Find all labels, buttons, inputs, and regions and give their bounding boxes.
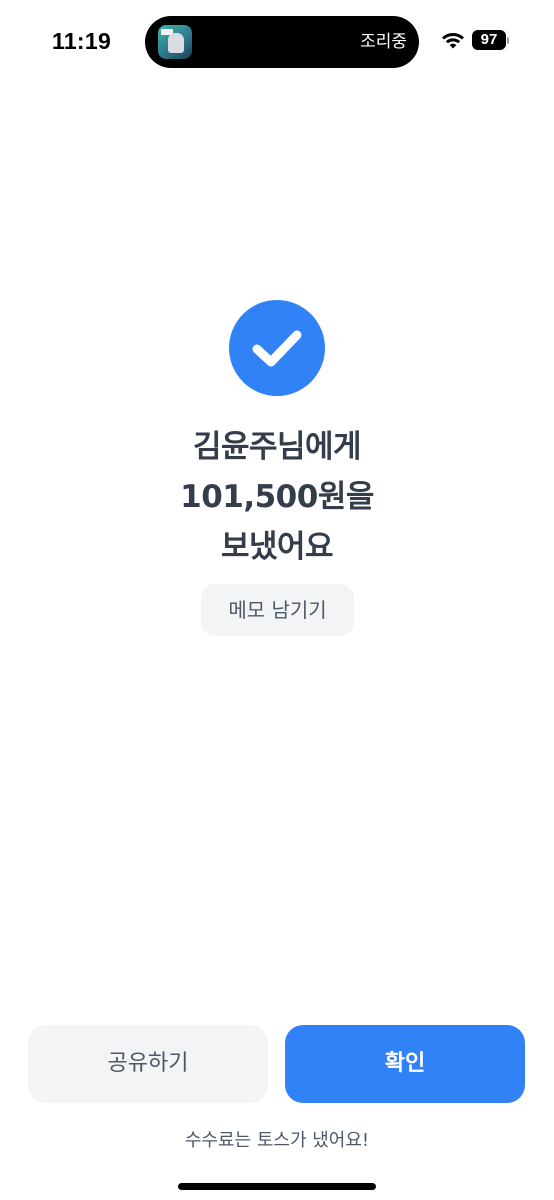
status-time: 11:19 (52, 28, 112, 54)
success-check-icon (229, 300, 325, 396)
battery-tip (507, 37, 509, 44)
transfer-complete-message: 김윤주님에게 101,500원을 보냈어요 (0, 422, 554, 572)
wifi-icon (442, 33, 464, 49)
battery-indicator: 97 (472, 30, 506, 50)
sent-line: 보냈어요 (220, 529, 334, 565)
recipient-line: 김윤주님에게 (192, 429, 362, 465)
home-indicator[interactable] (178, 1183, 376, 1190)
leave-memo-button[interactable]: 메모 남기기 (201, 584, 354, 636)
live-activity-status: 조리중 (360, 32, 407, 52)
confirm-button[interactable]: 확인 (285, 1025, 525, 1103)
delivery-app-icon (158, 25, 192, 59)
share-button[interactable]: 공유하기 (28, 1025, 268, 1103)
fee-note: 수수료는 토스가 냈어요! (184, 1130, 370, 1151)
dynamic-island[interactable]: 조리중 (145, 16, 419, 68)
amount-line: 101,500원을 (180, 479, 374, 515)
